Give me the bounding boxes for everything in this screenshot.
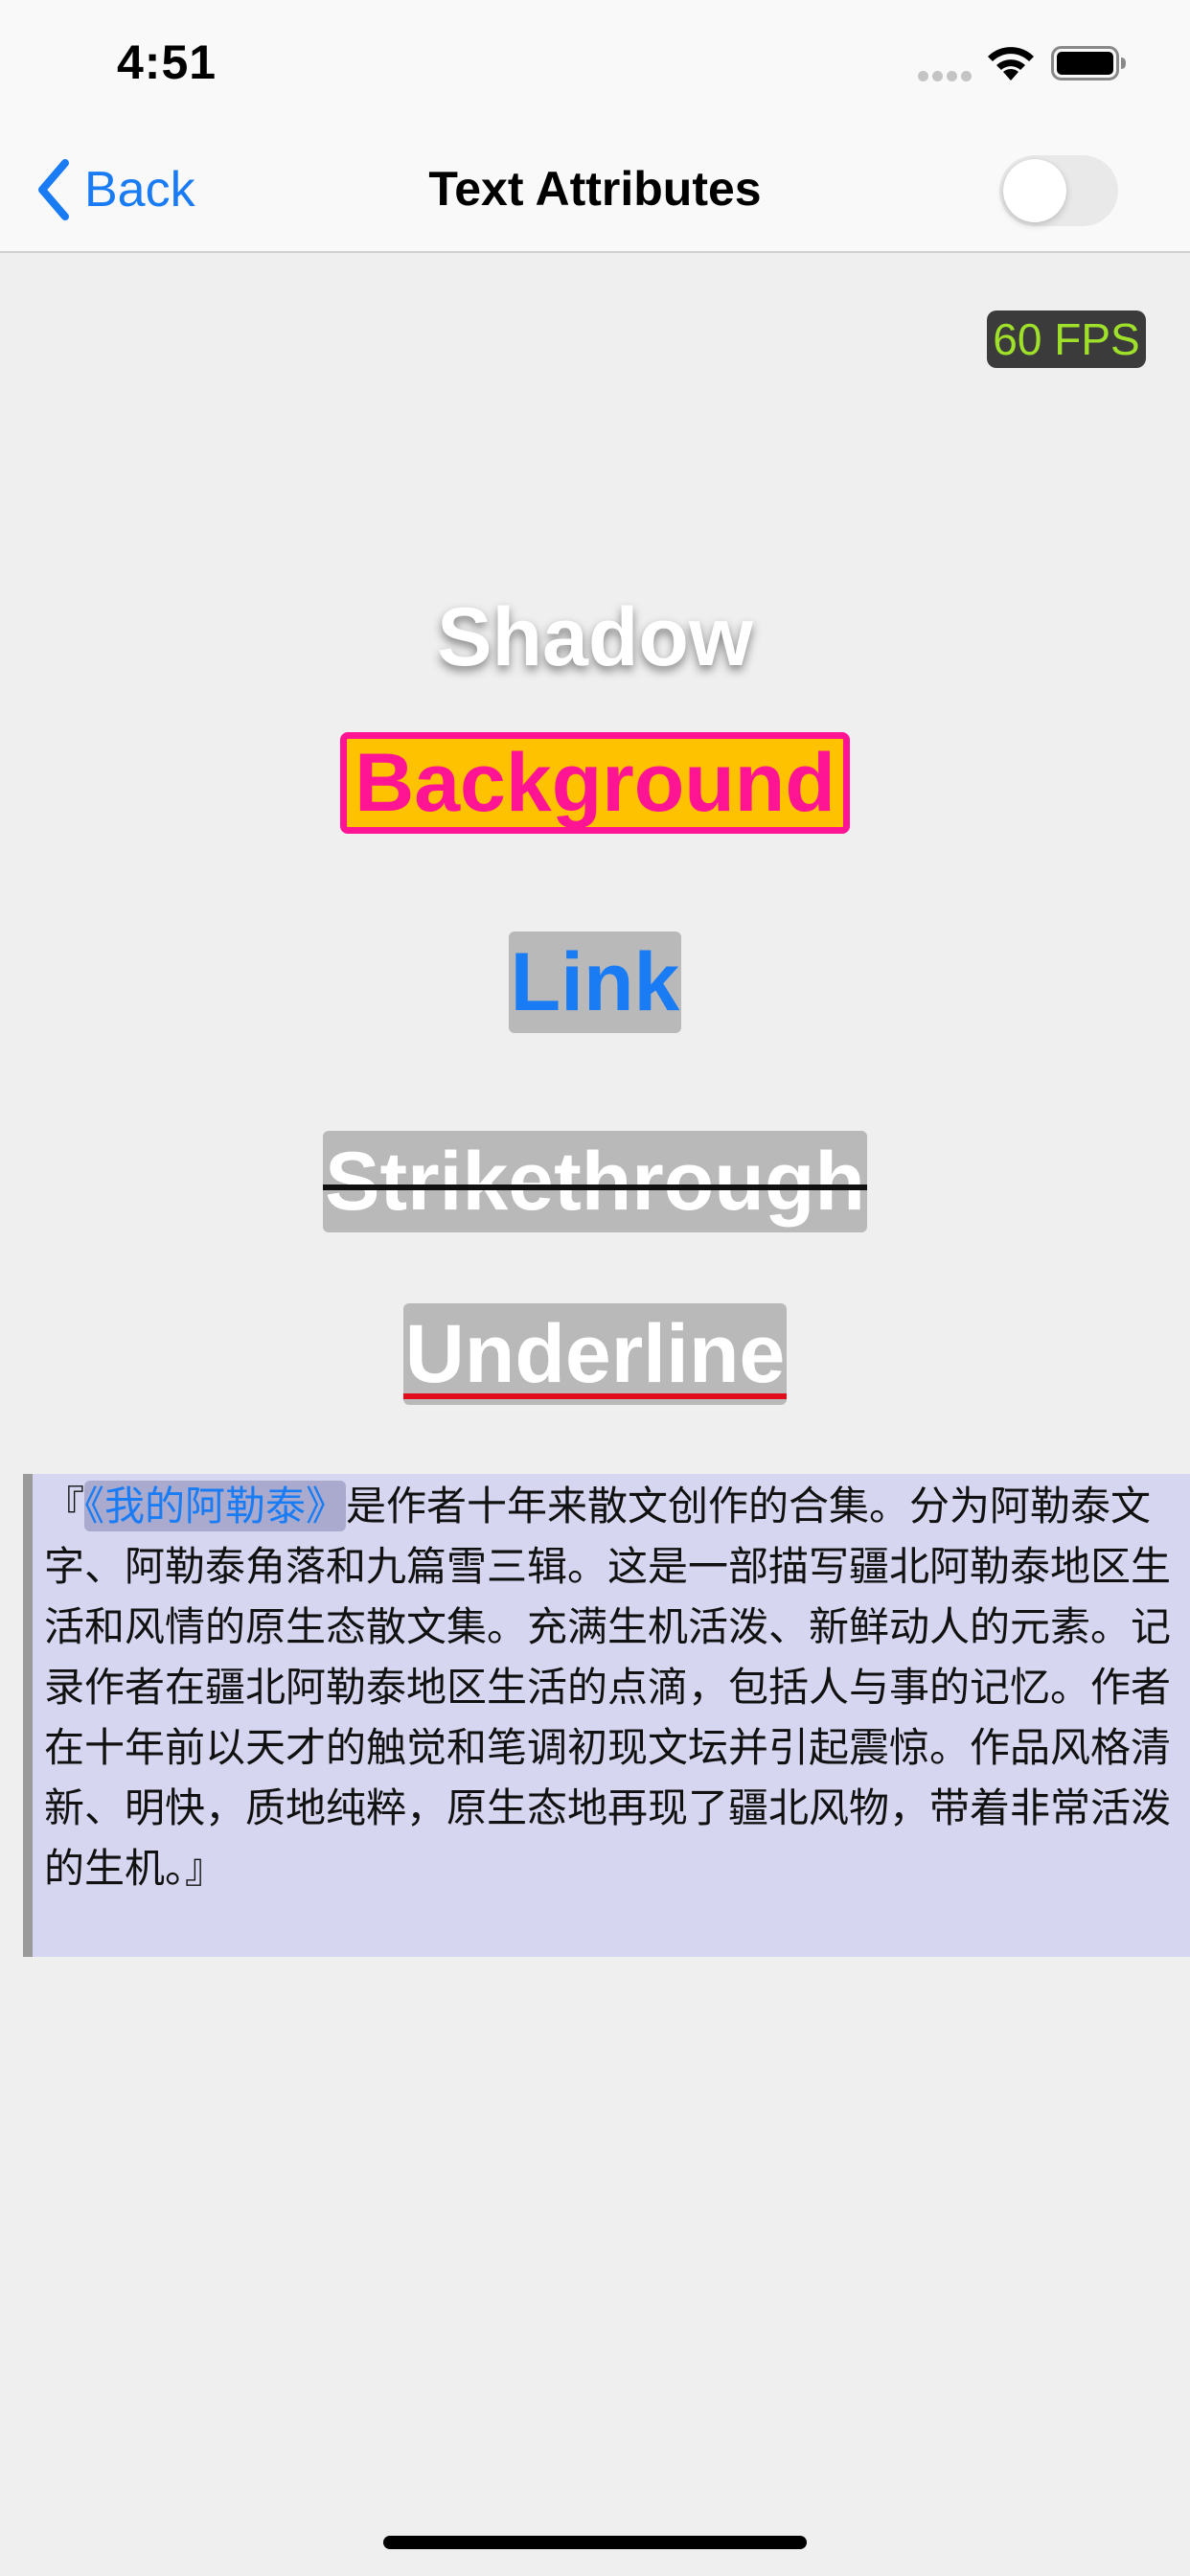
- navigation-bar: Back Text Attributes: [0, 126, 1190, 253]
- link-label[interactable]: Link: [508, 932, 682, 1033]
- status-time: 4:51: [117, 35, 217, 89]
- home-indicator[interactable]: [383, 2536, 807, 2549]
- wifi-icon: [988, 47, 1034, 80]
- shadow-label: Shadow: [437, 591, 753, 683]
- status-bar: 4:51: [0, 0, 1190, 126]
- strikethrough-line: [323, 1184, 867, 1190]
- underline-line: [402, 1393, 788, 1399]
- strikethrough-label: Strikethrough: [323, 1131, 867, 1232]
- toggle-switch[interactable]: [999, 155, 1118, 226]
- underline-label: Underline: [402, 1303, 788, 1405]
- paragraph-body: 是作者十年来散文创作的合集。分为阿勒泰文字、阿勒泰角落和九篇雪三辑。这是一部描写…: [44, 1483, 1172, 1892]
- toggle-knob: [1003, 159, 1066, 222]
- cellular-signal-icon: [918, 71, 972, 82]
- fps-badge: 60 FPS: [987, 310, 1146, 368]
- quote-bar: [23, 1474, 33, 1957]
- strikethrough-label-row: Strikethrough: [0, 1131, 1190, 1232]
- background-label: Background: [340, 732, 850, 834]
- quote-block: 『《我的阿勒泰》是作者十年来散文创作的合集。分为阿勒泰文字、阿勒泰角落和九篇雪三…: [23, 1474, 1190, 1957]
- underline-label-row: Underline: [0, 1303, 1190, 1405]
- open-quote: 『: [44, 1483, 85, 1530]
- paragraph-text: 『《我的阿勒泰》是作者十年来散文创作的合集。分为阿勒泰文字、阿勒泰角落和九篇雪三…: [44, 1476, 1184, 1898]
- link-label-row: Link: [0, 932, 1190, 1033]
- background-label-row: Background: [0, 732, 1190, 834]
- battery-icon: [1051, 46, 1126, 80]
- underline-text: Underline: [404, 1308, 786, 1400]
- strikethrough-text: Strikethrough: [325, 1136, 865, 1228]
- close-quote: 』: [185, 1845, 226, 1892]
- book-title-link[interactable]: 《我的阿勒泰》: [84, 1481, 347, 1531]
